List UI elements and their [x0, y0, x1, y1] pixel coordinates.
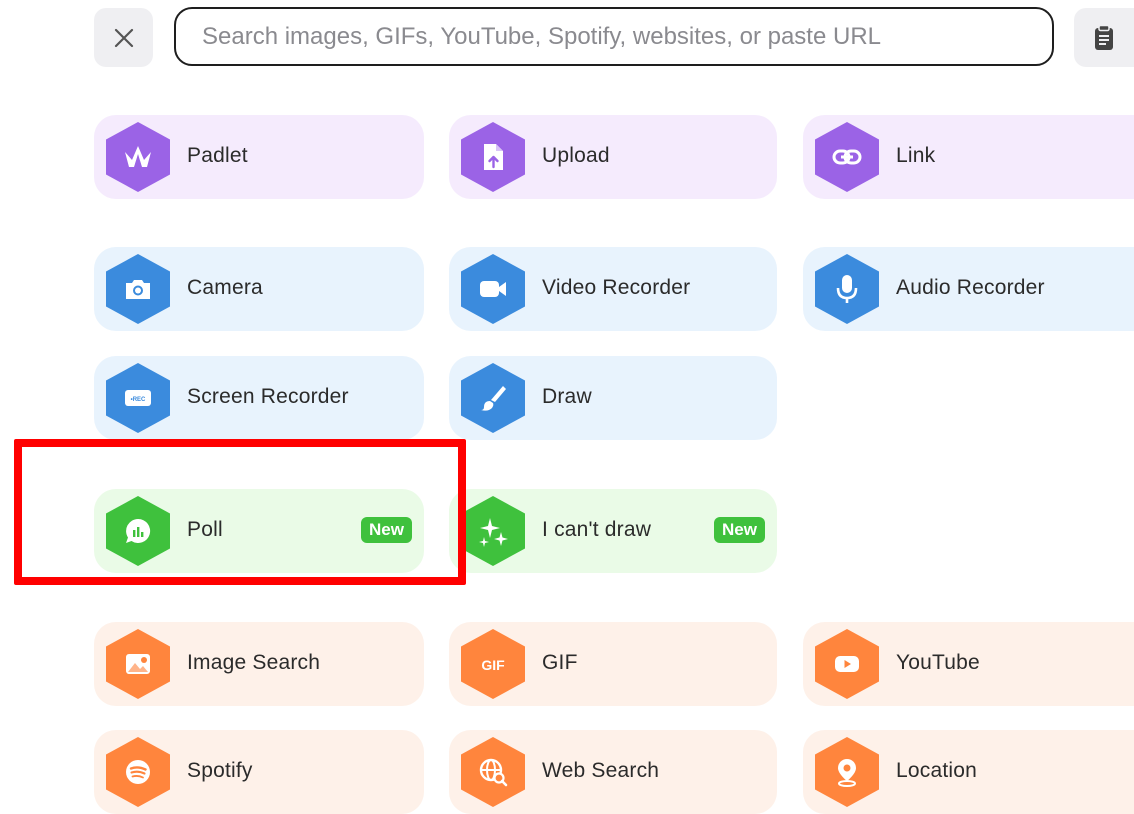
- tile-screen-recorder[interactable]: •REC Screen Recorder: [94, 356, 424, 440]
- tile-image-search[interactable]: Image Search: [94, 622, 424, 706]
- tile-label: Camera: [187, 276, 263, 299]
- tile-i-cant-draw[interactable]: I can't draw New: [449, 489, 777, 573]
- gif-icon: GIF: [461, 629, 525, 699]
- tile-label: Spotify: [187, 759, 253, 782]
- tile-label: Location: [896, 759, 977, 782]
- link-icon: [815, 122, 879, 192]
- new-badge: New: [361, 517, 412, 543]
- tile-camera[interactable]: Camera: [94, 247, 424, 331]
- camera-icon: [106, 254, 170, 324]
- youtube-play-icon: [815, 629, 879, 699]
- tile-spotify[interactable]: Spotify: [94, 730, 424, 814]
- tile-label: Web Search: [542, 759, 660, 782]
- tile-draw[interactable]: Draw: [449, 356, 777, 440]
- padlet-bird-icon: [106, 122, 170, 192]
- clipboard-icon: [1095, 24, 1113, 50]
- tile-padlet[interactable]: Padlet: [94, 115, 424, 199]
- tile-label: Draw: [542, 385, 592, 408]
- poll-chat-icon: [106, 496, 170, 566]
- svg-text:GIF: GIF: [481, 657, 505, 673]
- search-field[interactable]: [174, 7, 1054, 66]
- tile-label: GIF: [542, 651, 578, 674]
- tile-label: Audio Recorder: [896, 276, 1045, 299]
- spotify-icon: [106, 737, 170, 807]
- upload-file-icon: [461, 122, 525, 192]
- sparkles-icon: [461, 496, 525, 566]
- image-search-icon: [106, 629, 170, 699]
- new-badge: New: [714, 517, 765, 543]
- paintbrush-icon: [461, 363, 525, 433]
- tile-audio-recorder[interactable]: Audio Recorder: [803, 247, 1134, 331]
- tile-poll[interactable]: Poll New: [94, 489, 424, 573]
- close-button[interactable]: [94, 8, 153, 67]
- tile-label: Link: [896, 144, 936, 167]
- tile-label: Padlet: [187, 144, 248, 167]
- search-input[interactable]: [200, 21, 1028, 52]
- tile-location[interactable]: Location: [803, 730, 1134, 814]
- tile-upload[interactable]: Upload: [449, 115, 777, 199]
- location-pin-icon: [815, 737, 879, 807]
- tile-gif[interactable]: GIF GIF: [449, 622, 777, 706]
- tile-label: I can't draw: [542, 518, 652, 541]
- tile-label: Poll: [187, 518, 223, 541]
- video-camera-icon: [461, 254, 525, 324]
- tile-link[interactable]: Link: [803, 115, 1134, 199]
- close-icon: [114, 28, 133, 47]
- screen-rec-icon: •REC: [106, 363, 170, 433]
- tile-label: Screen Recorder: [187, 385, 349, 408]
- tile-web-search[interactable]: Web Search: [449, 730, 777, 814]
- paste-button[interactable]: [1074, 8, 1134, 67]
- microphone-icon: [815, 254, 879, 324]
- tile-label: Video Recorder: [542, 276, 691, 299]
- svg-text:•REC: •REC: [131, 397, 146, 403]
- tile-video-recorder[interactable]: Video Recorder: [449, 247, 777, 331]
- globe-search-icon: [461, 737, 525, 807]
- tile-label: Image Search: [187, 651, 321, 674]
- tile-label: Upload: [542, 144, 610, 167]
- tile-youtube[interactable]: YouTube: [803, 622, 1134, 706]
- tile-label: YouTube: [896, 651, 980, 674]
